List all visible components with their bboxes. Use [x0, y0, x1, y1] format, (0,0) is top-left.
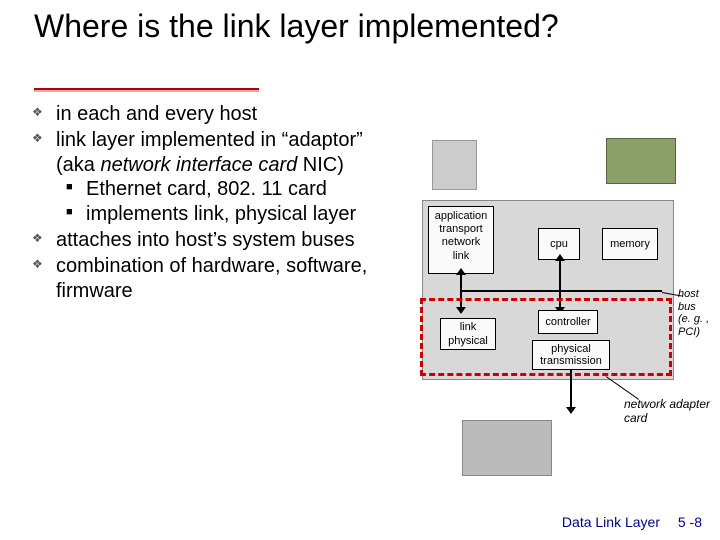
list-item: implements link, physical layer — [56, 202, 385, 226]
list-item: link layer implemented in “adaptor” (aka… — [30, 128, 385, 226]
access-point-icon — [432, 140, 477, 190]
title-underline — [34, 88, 259, 92]
slide-title: Where is the link layer implemented? — [0, 0, 720, 51]
text: host — [678, 288, 712, 301]
stack-layer: application — [429, 210, 493, 223]
text: physical — [533, 343, 609, 355]
host-diagram: application transport network link cpu m… — [392, 120, 712, 480]
network-adapter-card-label: network adapter card — [624, 398, 710, 426]
text: transmission — [533, 355, 609, 367]
text: card — [624, 412, 710, 426]
text: (e. g. , PCI) — [678, 313, 712, 338]
bullet-content: in each and every host link layer implem… — [30, 102, 385, 305]
footer-page: 5 -8 — [678, 514, 702, 530]
text: physical — [441, 335, 495, 349]
list-item: attaches into host’s system buses — [30, 228, 385, 252]
protocol-stack-box: application transport network link — [428, 206, 494, 274]
list-item: combination of hardware, software, firmw… — [30, 254, 385, 303]
stack-layer: network — [429, 236, 493, 249]
desktop-computer-icon — [462, 420, 552, 476]
list-item: Ethernet card, 802. 11 card — [56, 177, 385, 201]
stack-layer: link — [429, 250, 493, 263]
text: NIC) — [297, 154, 344, 176]
stack-layer: transport — [429, 223, 493, 236]
link-physical-box: link physical — [440, 318, 496, 350]
nic-card-icon — [606, 138, 676, 184]
arrow-icon — [570, 370, 572, 408]
controller-box: controller — [538, 310, 598, 334]
list-item: in each and every host — [30, 102, 385, 126]
footer-section: Data Link Layer — [562, 514, 660, 530]
slide-footer: Data Link Layer 5 -8 — [562, 514, 702, 530]
memory-box: memory — [602, 228, 658, 260]
text: link — [441, 321, 495, 335]
emphasis-nic: network interface card — [100, 154, 297, 176]
host-bus-line — [462, 290, 662, 292]
text: bus — [678, 301, 712, 314]
host-bus-label: host bus (e. g. , PCI) — [678, 288, 712, 339]
physical-transmission-box: physical transmission — [532, 340, 610, 370]
text: network adapter — [624, 398, 710, 412]
